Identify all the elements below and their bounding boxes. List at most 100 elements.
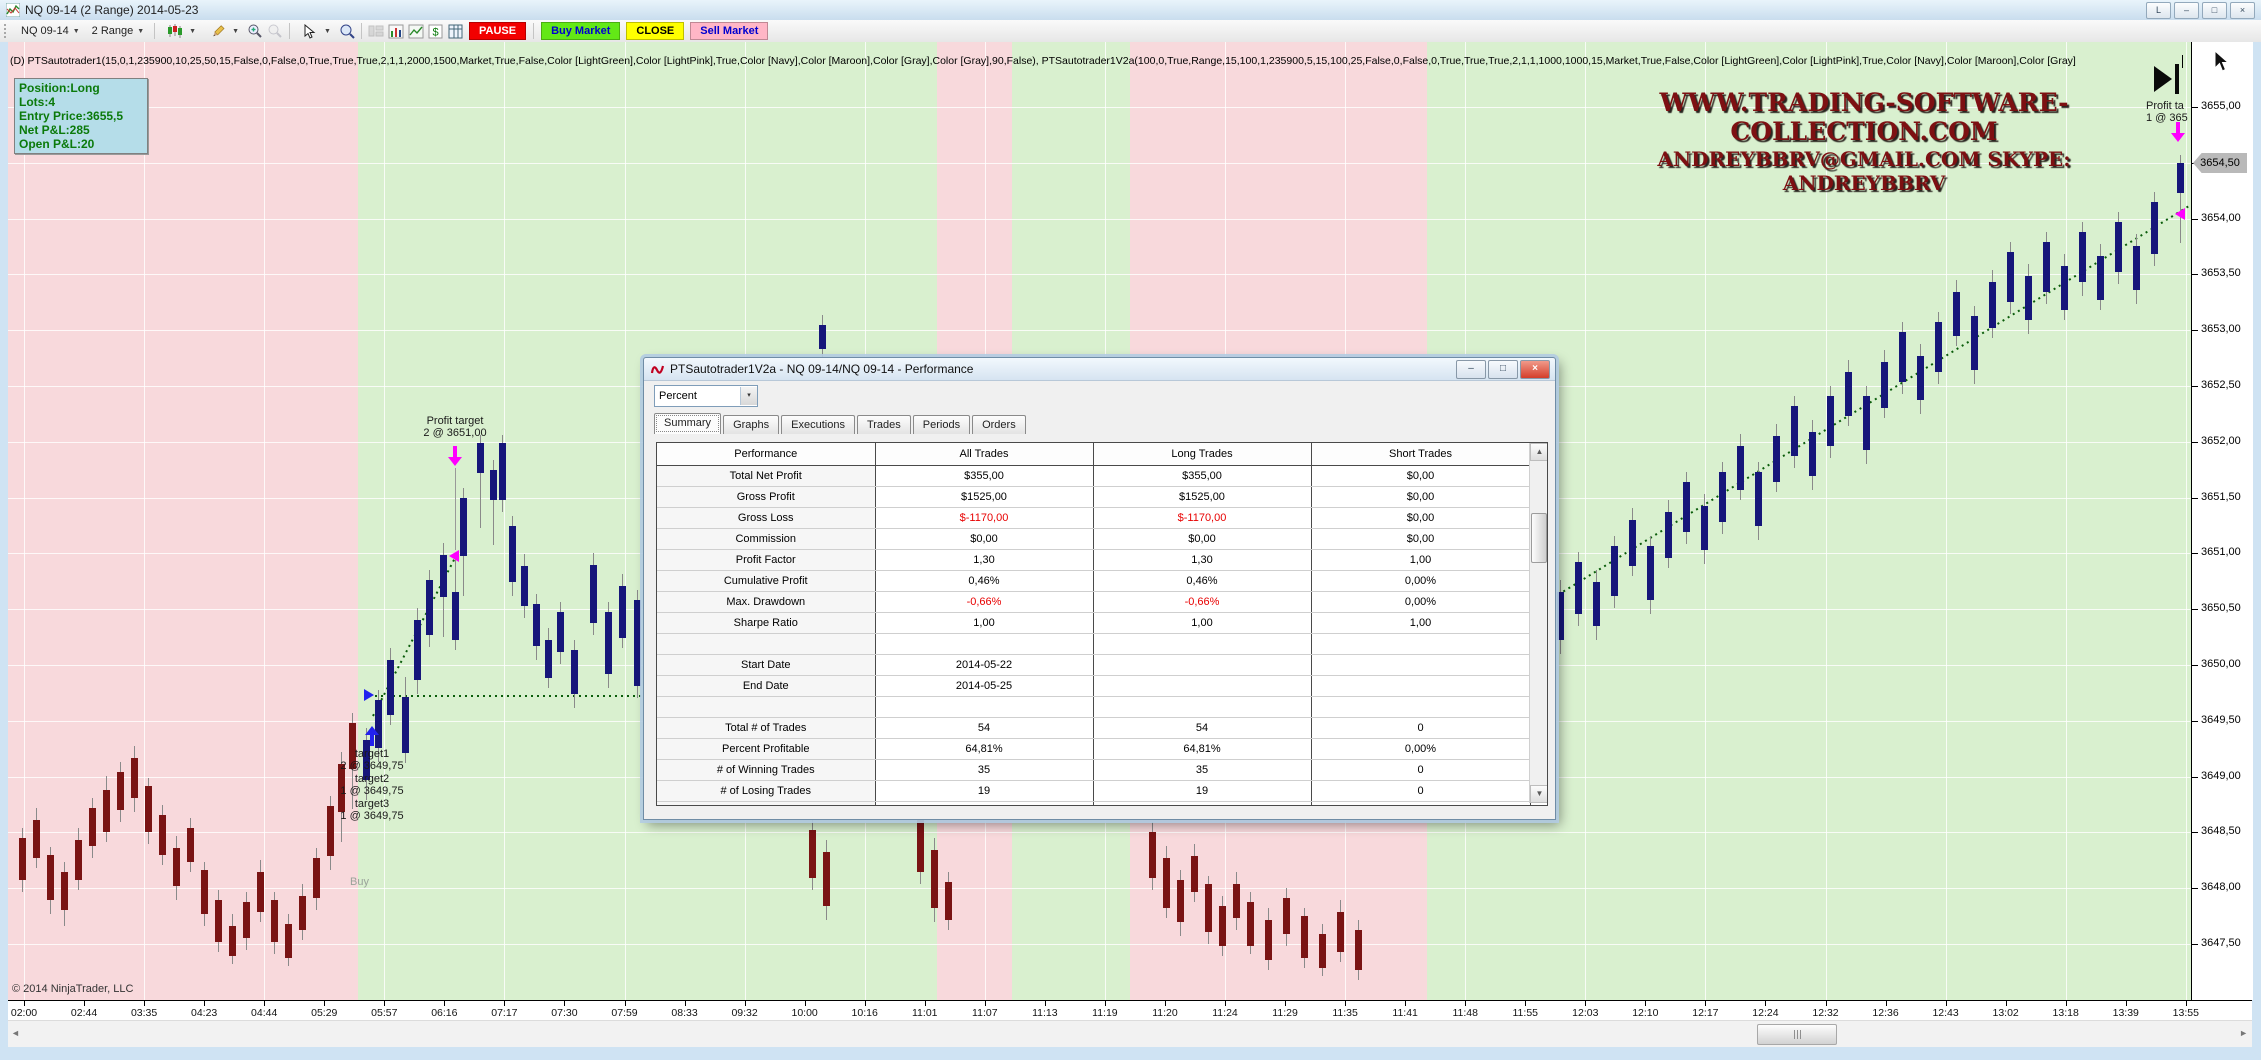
table-row: Cumulative Profit0,46%0,46%0,00% — [657, 571, 1530, 592]
time-axis[interactable]: 02:0002:4403:3504:2304:4405:2905:5706:16… — [8, 1000, 2252, 1021]
window-frame — [2252, 42, 2261, 1048]
table-header-row: Performance All Trades Long Trades Short… — [657, 443, 1530, 466]
instrument-selector[interactable]: NQ 09-14 ▼ — [15, 23, 86, 39]
candle — [1809, 432, 1816, 476]
column-header[interactable]: All Trades — [875, 443, 1093, 466]
candle — [917, 820, 924, 872]
performance-table-body: Total Net Profit$355,00$355,00$0,00Gross… — [657, 466, 1530, 807]
toolbar-grip[interactable] — [4, 24, 9, 38]
price-tick — [2192, 386, 2198, 387]
tab-executions[interactable]: Executions — [781, 415, 855, 434]
horizontal-scrollbar[interactable]: ◄ ► — [8, 1020, 2252, 1047]
candle — [201, 870, 208, 914]
instrument-label: NQ 09-14 — [21, 25, 69, 37]
jump-to-last-bar-icon[interactable] — [2154, 64, 2179, 94]
scroll-left-icon[interactable]: ◄ — [11, 1028, 20, 1038]
scrollbar-thumb[interactable] — [1757, 1024, 1837, 1045]
display-unit-select[interactable]: Percent ▾ — [654, 385, 758, 407]
scrollbar-thumb[interactable] — [1531, 513, 1547, 563]
buy-market-button[interactable]: Buy Market — [541, 22, 620, 40]
tab-summary[interactable]: Summary — [654, 413, 721, 434]
candle — [1629, 520, 1636, 566]
close-window-button[interactable]: × — [2230, 2, 2255, 19]
position-open-pnl: Open P&L:20 — [19, 137, 143, 151]
price-tick-label: 3655,00 — [2201, 100, 2241, 112]
candle — [490, 470, 497, 500]
column-header[interactable]: Performance — [657, 443, 875, 466]
price-tick — [2192, 274, 2198, 275]
bar-chart-icon[interactable] — [386, 22, 406, 40]
table-row — [657, 802, 1530, 807]
time-tick — [745, 1001, 746, 1006]
chart-style-selector[interactable]: ▼ — [159, 20, 202, 42]
time-tick — [1886, 1001, 1887, 1006]
scroll-up-icon[interactable]: ▲ — [1530, 443, 1548, 461]
tab-graphs[interactable]: Graphs — [723, 415, 779, 434]
time-tick-label: 11:07 — [963, 1007, 1007, 1019]
time-tick-label: 09:32 — [723, 1007, 767, 1019]
position-side: Position:Long — [19, 81, 143, 95]
link-button[interactable]: L — [2146, 2, 2171, 19]
candle — [1337, 912, 1344, 952]
candle — [2079, 232, 2086, 282]
magenta-triangle-marker — [449, 550, 459, 562]
data-grid-icon[interactable] — [446, 22, 466, 40]
candle — [1205, 884, 1212, 932]
candle — [1283, 898, 1290, 934]
dollar-icon[interactable]: $ — [426, 22, 446, 40]
price-tick-label: 3654,00 — [2201, 212, 2241, 224]
tab-orders[interactable]: Orders — [972, 415, 1026, 434]
price-tick-label: 3651,00 — [2201, 546, 2241, 558]
column-header[interactable]: Long Trades — [1093, 443, 1311, 466]
scroll-down-icon[interactable]: ▼ — [1530, 785, 1548, 803]
zoom-out-icon[interactable] — [265, 22, 285, 40]
column-header[interactable]: Short Trades — [1311, 443, 1530, 466]
time-tick — [1525, 1001, 1526, 1006]
table-vertical-scrollbar[interactable]: ▲ ▼ — [1529, 443, 1547, 803]
h-gridline — [8, 888, 2191, 889]
minimize-window-button[interactable]: – — [2174, 2, 2199, 19]
drawing-tools-selector[interactable]: ▼ — [202, 20, 245, 42]
price-tick — [2192, 330, 2198, 331]
candle — [1177, 880, 1184, 922]
candle — [1845, 372, 1852, 416]
sell-market-button[interactable]: Sell Market — [690, 22, 768, 40]
close-position-button[interactable]: CLOSE — [626, 22, 684, 40]
time-tick-label: 12:36 — [1864, 1007, 1908, 1019]
magenta-arrow-marker — [2171, 122, 2185, 142]
chevron-down-icon: ▼ — [137, 28, 144, 35]
candle — [159, 815, 166, 855]
price-tick — [2192, 442, 2198, 443]
time-tick-label: 11:19 — [1083, 1007, 1127, 1019]
chevron-down-icon: ▼ — [232, 28, 239, 35]
magnifier-icon[interactable] — [337, 22, 357, 40]
window-titlebar[interactable]: NQ 09-14 (2 Range) 2014-05-23 L – □ × — [0, 0, 2261, 21]
panel-grid-icon[interactable] — [366, 22, 386, 40]
candle — [477, 443, 484, 473]
restore-window-button[interactable]: □ — [2202, 2, 2227, 19]
price-tick — [2192, 832, 2198, 833]
scroll-right-icon[interactable]: ► — [2239, 1028, 2248, 1038]
pause-button[interactable]: PAUSE — [469, 22, 526, 40]
tab-trades[interactable]: Trades — [857, 415, 911, 434]
restore-button[interactable]: □ — [1488, 360, 1518, 379]
candle — [75, 840, 82, 880]
period-selector[interactable]: 2 Range ▼ — [86, 23, 151, 39]
performance-window-titlebar[interactable]: PTSautotrader1V2a - NQ 09-14/NQ 09-14 - … — [644, 358, 1555, 381]
candle — [243, 902, 250, 938]
candle — [173, 848, 180, 886]
chart-annotation-label: Profit target2 @ 3651,00 — [410, 415, 500, 439]
tab-periods[interactable]: Periods — [913, 415, 970, 434]
close-button[interactable]: × — [1520, 360, 1550, 379]
chart-annotation-label: Profit ta1 @ 365 — [2146, 100, 2190, 124]
zoom-in-icon[interactable] — [245, 22, 265, 40]
time-tick — [1705, 1001, 1706, 1006]
price-axis[interactable]: 3655,003654,503654,003653,503653,003652,… — [2191, 42, 2253, 1000]
line-chart-icon[interactable] — [406, 22, 426, 40]
cursor-tool-selector[interactable]: ▼ — [294, 20, 337, 42]
time-tick — [1585, 1001, 1586, 1006]
time-tick — [504, 1001, 505, 1006]
minimize-button[interactable]: – — [1456, 360, 1486, 379]
display-unit-value: Percent — [655, 390, 740, 402]
time-tick-label: 11:13 — [1023, 1007, 1067, 1019]
